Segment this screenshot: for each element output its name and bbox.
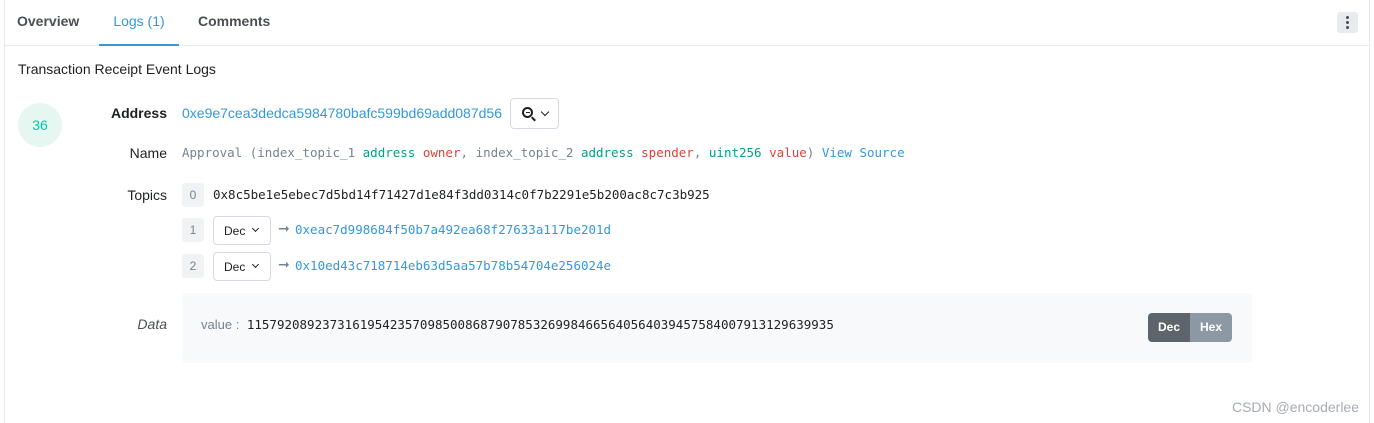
- topic-index: 2: [182, 254, 204, 278]
- topics-label: Topics: [127, 187, 167, 203]
- logs-card: Overview Logs (1) Comments Transaction R…: [4, 0, 1370, 423]
- tab-logs[interactable]: Logs (1): [99, 0, 179, 46]
- more-options-icon[interactable]: [1337, 12, 1358, 33]
- topic-index: 1: [182, 218, 204, 242]
- topic-address-link[interactable]: 0x10ed43c718714eb63d5aa57b78b54704e25602…: [295, 258, 611, 273]
- tab-overview[interactable]: Overview: [17, 0, 79, 46]
- log-address-link[interactable]: 0xe9e7cea3dedca5984780bafc599bd69add087d…: [182, 105, 502, 121]
- name-label: Name: [129, 145, 167, 161]
- zoom-in-icon: [522, 107, 536, 122]
- dec-button[interactable]: Dec: [1148, 313, 1191, 342]
- watermark: CSDN @encoderlee: [1231, 399, 1359, 415]
- chevron-down-icon: [251, 224, 260, 233]
- topic-index: 0: [182, 183, 204, 207]
- view-source-link[interactable]: View Source: [822, 145, 905, 160]
- topic-format-select[interactable]: Dec: [213, 252, 271, 281]
- hex-button[interactable]: Hex: [1190, 313, 1233, 342]
- topic-address-link[interactable]: 0xeac7d998684f50b7a492ea68f27633a117be20…: [295, 222, 611, 237]
- tab-bar: Overview Logs (1) Comments: [5, 0, 1369, 46]
- data-label: Data: [137, 316, 167, 332]
- arrow-right-icon: ➞: [278, 256, 290, 272]
- event-signature: Approval (index_topic_1 address owner, i…: [182, 145, 905, 160]
- log-index-badge: 36: [18, 103, 62, 147]
- arrow-right-icon: ➞: [278, 220, 290, 236]
- section-title: Transaction Receipt Event Logs: [18, 61, 216, 77]
- topic-format-select[interactable]: Dec: [213, 216, 271, 245]
- topic-value: 0x8c5be1e5ebec7d5bd14f71427d1e84f3dd0314…: [213, 187, 710, 202]
- chevron-down-icon: [251, 260, 260, 269]
- address-filter-button[interactable]: [510, 98, 559, 129]
- address-label: Address: [110, 105, 167, 121]
- chevron-down-icon: [540, 107, 550, 117]
- dec-hex-toggle: Dec Hex: [1148, 313, 1233, 342]
- data-value: value : 11579208923731619542357098500868…: [201, 317, 834, 332]
- tab-comments[interactable]: Comments: [198, 0, 270, 46]
- data-box: value : 11579208923731619542357098500868…: [182, 293, 1252, 363]
